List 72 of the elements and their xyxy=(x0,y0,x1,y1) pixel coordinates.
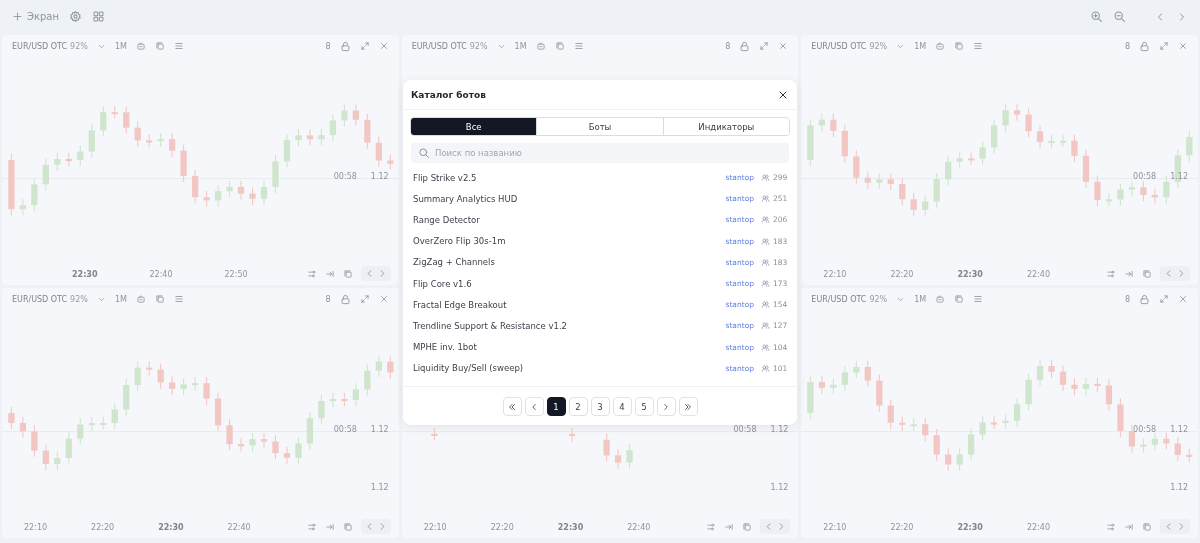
price-label: 00:58 xyxy=(333,172,357,182)
count-label: 8 xyxy=(325,294,331,304)
payout-label: 92% xyxy=(70,41,88,51)
symbol-label[interactable]: EUR/USD OTC xyxy=(811,294,867,304)
page-button[interactable]: 1 xyxy=(546,397,566,416)
time-label: 22:10 xyxy=(823,522,847,532)
symbol-label[interactable]: EUR/USD OTC xyxy=(12,41,68,51)
price-label: 1.12 xyxy=(770,425,789,435)
price-label: 1.12 xyxy=(370,172,389,182)
count-label: 8 xyxy=(725,41,731,51)
time-label: 22:30 xyxy=(957,522,983,532)
bot-name[interactable]: Liquidity Buy/Sell (sweep) xyxy=(413,363,726,374)
time-label: 22:10 xyxy=(24,522,48,532)
page-button[interactable]: 2 xyxy=(568,397,588,416)
add-screen-button[interactable]: Экран xyxy=(12,11,60,22)
price-label: 1.12 xyxy=(370,483,389,492)
bot-name[interactable]: OverZero Flip 30s-1m xyxy=(413,236,726,247)
price-label: 00:58 xyxy=(333,425,357,435)
time-label: 22:20 xyxy=(91,522,115,532)
bot-name[interactable]: ZigZag + Channels xyxy=(413,257,726,268)
timeframe-button[interactable]: 1M xyxy=(114,294,127,304)
time-label: 22:40 xyxy=(149,269,173,279)
symbol-label[interactable]: EUR/USD OTC xyxy=(411,41,467,51)
price-label: 00:58 xyxy=(1133,172,1157,182)
count-label: 8 xyxy=(1124,41,1130,51)
payout-label: 92% xyxy=(869,294,888,304)
time-label: 22:40 xyxy=(627,522,651,532)
time-label: 22:20 xyxy=(890,522,914,532)
time-label: 22:40 xyxy=(1026,522,1050,532)
time-label: 22:10 xyxy=(423,522,447,532)
price-label: 1.12 xyxy=(770,483,789,492)
count-label: 8 xyxy=(325,41,331,51)
timeframe-button[interactable]: 1M xyxy=(114,41,127,51)
price-label: 00:58 xyxy=(733,425,757,435)
bot-name[interactable]: Flip Strike v2.5 xyxy=(413,172,726,183)
price-label: 00:58 xyxy=(1133,425,1157,435)
time-label: 22:40 xyxy=(227,522,251,532)
time-label: 22:20 xyxy=(890,269,914,279)
payout-label: 92% xyxy=(869,41,888,51)
tab[interactable]: Индикаторы xyxy=(662,118,789,135)
time-label: 22:30 xyxy=(557,522,584,532)
search-field[interactable]: Поиск по названию xyxy=(411,143,789,163)
symbol-label[interactable]: EUR/USD OTC xyxy=(12,294,68,304)
price-label: 1.12 xyxy=(1170,483,1188,492)
timeframe-button[interactable]: 1M xyxy=(914,41,927,51)
page-button[interactable]: 4 xyxy=(612,397,632,416)
time-label: 22:10 xyxy=(823,269,847,279)
time-label: 22:40 xyxy=(1026,269,1050,279)
bot-name[interactable]: Summary Analytics HUD xyxy=(413,193,726,204)
time-label: 22:20 xyxy=(490,522,514,532)
price-label: 1.12 xyxy=(1170,425,1188,435)
dialog-title: Каталог ботов xyxy=(411,89,486,100)
price-label: 1.12 xyxy=(370,425,389,435)
page-button[interactable]: 3 xyxy=(590,397,610,416)
time-label: 22:30 xyxy=(957,269,983,279)
count-label: 8 xyxy=(1124,294,1130,304)
time-label: 22:30 xyxy=(158,522,184,532)
timeframe-button[interactable]: 1M xyxy=(914,294,927,304)
bot-name[interactable]: Flip Core v1.6 xyxy=(413,278,726,289)
page-button[interactable]: 5 xyxy=(634,397,654,416)
bot-name[interactable]: Fractal Edge Breakout xyxy=(413,299,726,310)
bot-name[interactable]: MPHE inv. 1bot xyxy=(413,342,726,353)
bot-name[interactable]: Range Detector xyxy=(413,214,726,225)
time-label: 22:50 xyxy=(224,269,248,279)
payout-label: 92% xyxy=(469,41,488,51)
bot-name[interactable]: Trendline Support & Resistance v1.2 xyxy=(413,320,726,331)
symbol-label[interactable]: EUR/USD OTC xyxy=(811,41,867,51)
price-label: 1.12 xyxy=(1170,172,1188,182)
tab[interactable]: Все xyxy=(411,118,537,135)
payout-label: 92% xyxy=(70,294,88,304)
time-label: 22:30 xyxy=(72,269,98,279)
timeframe-button[interactable]: 1M xyxy=(514,41,527,51)
